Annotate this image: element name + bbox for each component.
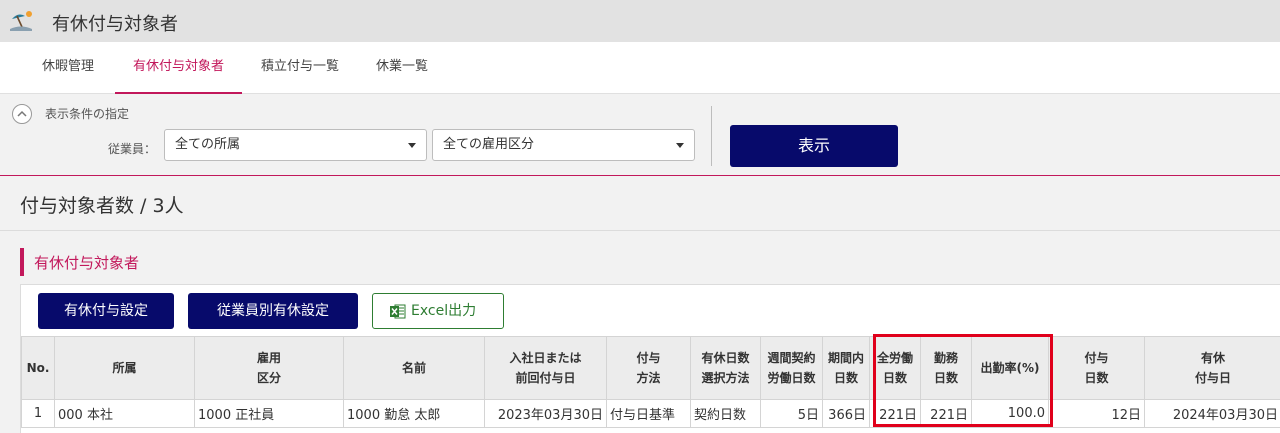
header-department[interactable]: 所属 [54,336,195,400]
table-header-row: No. 所属 雇用 区分 名前 入社日または 前回付与日 付与 方法 有休日数 … [21,336,1280,400]
header-days-selection-method[interactable]: 有休日数 選択方法 [690,336,761,400]
excel-export-label: Excel出力 [411,303,477,319]
app-title: 有休付与対象者 [52,14,178,35]
title-bar: 有休付与対象者 [0,0,1280,42]
cell-attendance-rate: 100.0 [971,399,1049,428]
header-no[interactable]: No. [21,336,55,400]
cell-hire-date: 2023年03月30日 [484,399,607,428]
header-total-work-days[interactable]: 全労働 日数 [869,336,921,400]
header-weekly-contract-days[interactable]: 週間契約 労働日数 [760,336,823,400]
results-panel: 有休付与設定 従業員別有休設定 Excel出力 No. 所属 雇用 区分 名前 … [20,284,1280,433]
cell-grant-method: 付与日基準 [606,399,691,428]
employment-type-select-value: 全ての雇用区分 [443,137,535,152]
header-granted-days[interactable]: 付与 日数 [1048,336,1145,400]
per-employee-settings-button[interactable]: 従業員別有休設定 [188,293,358,329]
target-count: 付与対象者数 / 3人 [20,195,184,217]
header-grant-method[interactable]: 付与 方法 [606,336,691,400]
dropdown-arrow-icon [408,143,416,148]
cell-name: 1000 勤怠 太郎 [343,399,485,428]
cell-total-work-days: 221日 [869,399,921,428]
tab-vacation-management[interactable]: 休暇管理 [26,42,110,94]
header-worked-days[interactable]: 勤務 日数 [920,336,972,400]
grant-targets-table: No. 所属 雇用 区分 名前 入社日または 前回付与日 付与 方法 有休日数 … [21,336,1280,428]
employee-label: 従業員： [108,142,157,156]
filter-panel: 表示条件の指定 従業員： 全ての所属 全ての雇用区分 表示 [0,94,1280,176]
header-name[interactable]: 名前 [343,336,485,400]
tab-leave-list[interactable]: 休業一覧 [363,42,441,94]
cell-worked-days: 221日 [920,399,972,428]
tab-accumulated-grants[interactable]: 積立付与一覧 [247,42,353,94]
cell-period-days: 366日 [822,399,870,428]
section-accent-bar [20,248,24,276]
beach-umbrella-icon [10,11,32,31]
tab-bar: 休暇管理 有休付与対象者 積立付与一覧 休業一覧 [0,42,1280,94]
collapse-toggle-button[interactable] [12,104,32,124]
tab-grant-targets[interactable]: 有休付与対象者 [115,42,242,94]
cell-weekly-days: 5日 [760,399,823,428]
filter-title: 表示条件の指定 [45,107,130,121]
header-period-days[interactable]: 期間内 日数 [822,336,870,400]
excel-icon [390,304,406,319]
cell-granted-days: 12日 [1048,399,1145,428]
show-button[interactable]: 表示 [730,125,898,167]
cell-days-selection: 契約日数 [690,399,761,428]
dropdown-arrow-icon [676,143,684,148]
department-select[interactable]: 全ての所属 [164,129,427,161]
employment-type-select[interactable]: 全ての雇用区分 [432,129,695,161]
header-hire-or-last-grant-date[interactable]: 入社日または 前回付与日 [484,336,607,400]
section-title: 有休付与対象者 [34,254,140,272]
cell-employment-type: 1000 正社員 [194,399,344,428]
cell-grant-date: 2024年03月30日 [1144,399,1280,428]
cell-no: 1 [21,399,55,428]
divider [711,106,712,166]
chevron-up-icon [17,110,27,117]
summary-row: 付与対象者数 / 3人 [0,177,1280,231]
excel-export-button[interactable]: Excel出力 [372,293,504,329]
department-select-value: 全ての所属 [175,137,241,152]
cell-department: 000 本社 [54,399,195,428]
header-attendance-rate[interactable]: 出勤率(%) [971,336,1049,400]
header-employment-type[interactable]: 雇用 区分 [194,336,344,400]
table-row[interactable]: 1 000 本社 1000 正社員 1000 勤怠 太郎 2023年03月30日… [21,399,1280,428]
grant-settings-button[interactable]: 有休付与設定 [38,293,174,329]
header-grant-date[interactable]: 有休 付与日 [1144,336,1280,400]
